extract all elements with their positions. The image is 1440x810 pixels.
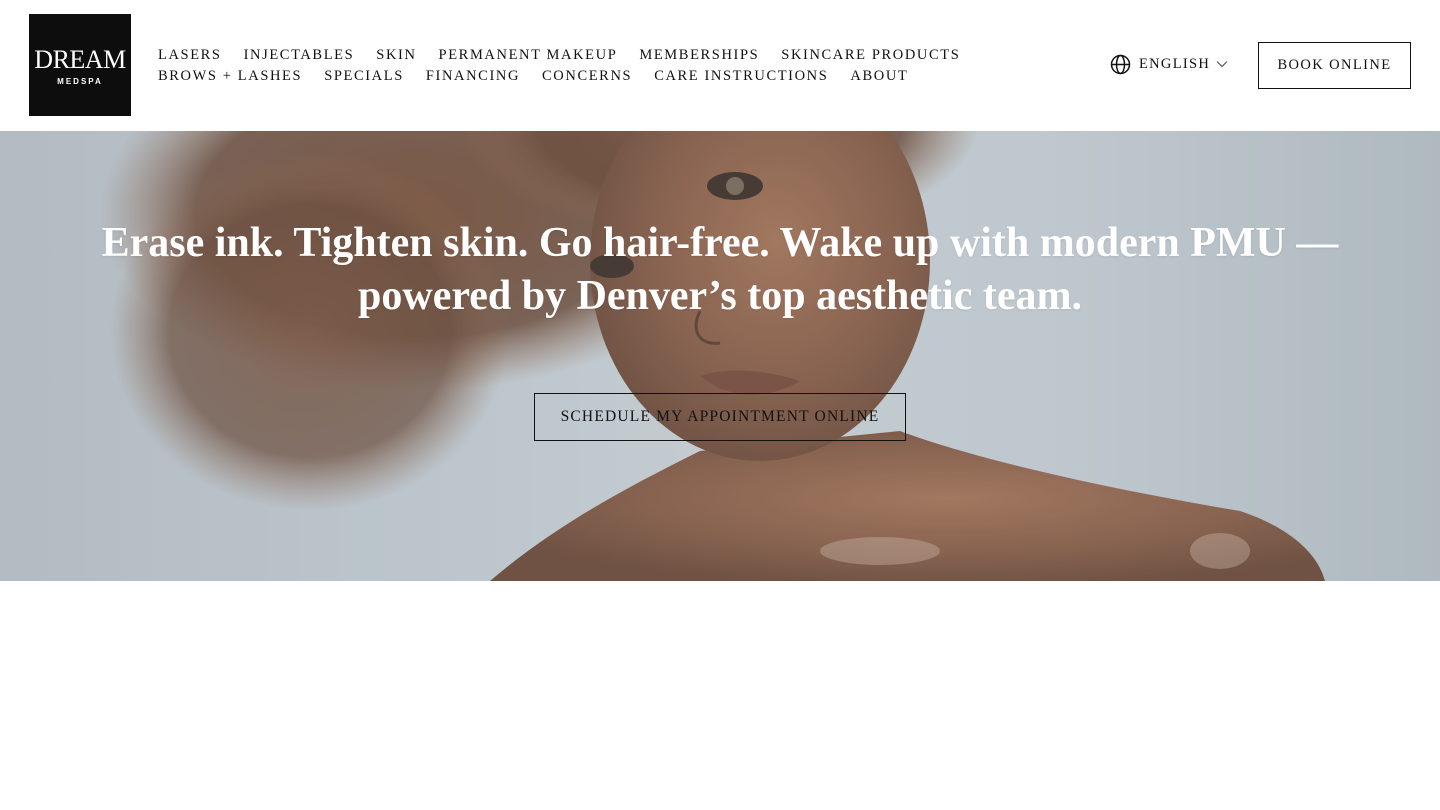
language-selector[interactable]: ENGLISH [1110, 53, 1228, 75]
globe-icon [1110, 54, 1131, 75]
nav-item-skincare-products[interactable]: SKINCARE PRODUCTS [781, 45, 960, 66]
hero-overlay [0, 131, 1440, 581]
site-header: DREAM MEDSPA LASERS INJECTABLES SKIN PER… [0, 0, 1440, 131]
hero-heading: Erase ink. Tighten skin. Go hair-free. W… [101, 220, 1339, 319]
nav-item-permanent-makeup[interactable]: PERMANENT MAKEUP [439, 45, 618, 66]
nav-row-1: LASERS INJECTABLES SKIN PERMANENT MAKEUP… [158, 45, 1058, 66]
nav-item-memberships[interactable]: MEMBERSHIPS [639, 45, 759, 66]
language-label: ENGLISH [1139, 56, 1211, 72]
schedule-appointment-button[interactable]: SCHEDULE MY APPOINTMENT ONLINE [534, 393, 906, 441]
nav-item-skin[interactable]: SKIN [376, 45, 416, 66]
book-online-button[interactable]: BOOK ONLINE [1258, 42, 1411, 89]
chevron-down-icon [1216, 60, 1228, 68]
hero-banner: Erase ink. Tighten skin. Go hair-free. W… [0, 131, 1440, 581]
content-area [0, 581, 1440, 810]
nav-item-lasers[interactable]: LASERS [158, 45, 222, 66]
nav-item-concerns[interactable]: CONCERNS [542, 66, 632, 87]
nav-item-injectables[interactable]: INJECTABLES [244, 45, 355, 66]
nav-item-specials[interactable]: SPECIALS [324, 66, 404, 87]
nav-item-financing[interactable]: FINANCING [426, 66, 520, 87]
nav-item-care-instructions[interactable]: CARE INSTRUCTIONS [654, 66, 828, 87]
logo-subtitle: MEDSPA [57, 77, 103, 86]
nav-row-2: BROWS + LASHES SPECIALS FINANCING CONCER… [158, 66, 1058, 87]
nav-item-brows-lashes[interactable]: BROWS + LASHES [158, 66, 302, 87]
nav-item-about[interactable]: ABOUT [850, 66, 908, 87]
dream-medspa-logo[interactable]: DREAM MEDSPA [29, 14, 131, 116]
main-navigation: LASERS INJECTABLES SKIN PERMANENT MAKEUP… [158, 45, 1058, 87]
logo-wordmark: DREAM [34, 45, 126, 74]
